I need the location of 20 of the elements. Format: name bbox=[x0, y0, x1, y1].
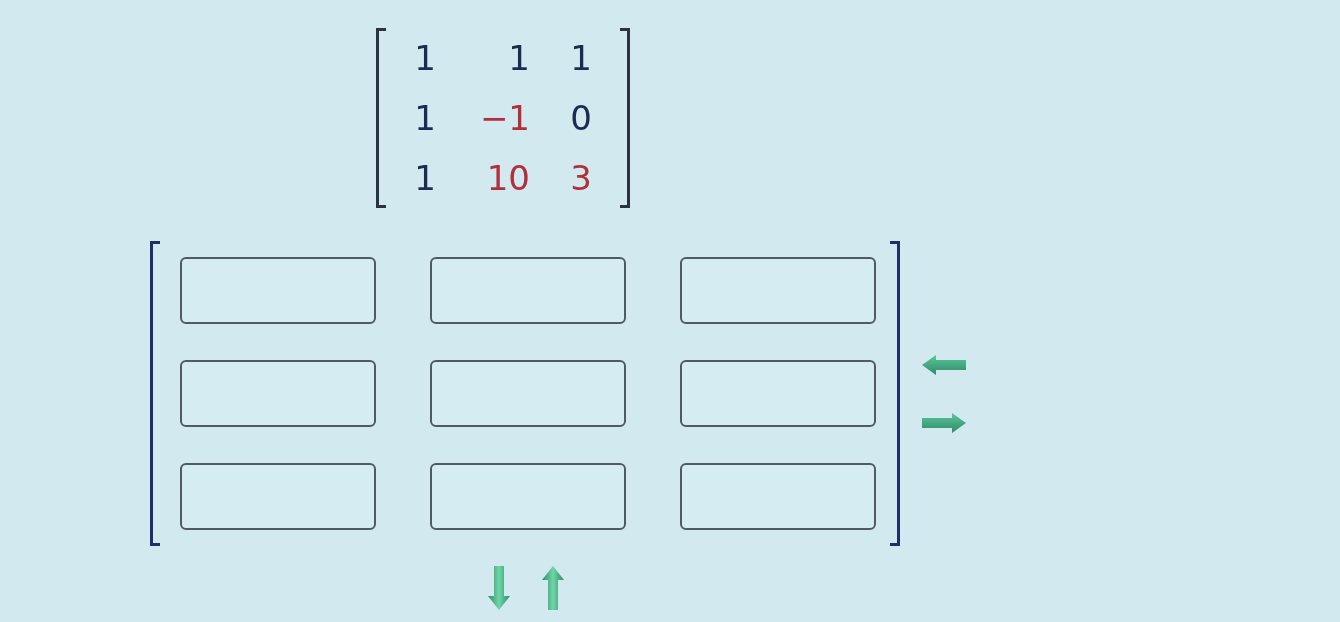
matrix-input-field[interactable] bbox=[430, 360, 626, 427]
matrix-entry: 1 bbox=[570, 38, 592, 78]
matrix-input-field[interactable] bbox=[680, 463, 876, 530]
left-arrow-icon[interactable] bbox=[922, 354, 966, 375]
matrix-input-field[interactable] bbox=[680, 257, 876, 324]
matrix-input-field[interactable] bbox=[680, 360, 876, 427]
matrix-input-field[interactable] bbox=[430, 463, 626, 530]
matrix-entry: 3 bbox=[570, 158, 592, 198]
matrix-input-field[interactable] bbox=[430, 257, 626, 324]
matrix-entry: 0 bbox=[570, 98, 592, 138]
matrix-entry: 1 bbox=[414, 158, 436, 198]
matrix-entry: 10 bbox=[486, 158, 530, 198]
matrix-entry: 1 bbox=[508, 38, 530, 78]
matrix-input-field[interactable] bbox=[180, 360, 376, 427]
matrix-entry: −1 bbox=[479, 98, 530, 138]
matrix-entry: 1 bbox=[414, 98, 436, 138]
matrix-input-field[interactable] bbox=[180, 463, 376, 530]
right-arrow-icon[interactable] bbox=[922, 412, 966, 433]
matrix-entry: 1 bbox=[414, 38, 436, 78]
matrix-input-field[interactable] bbox=[180, 257, 376, 324]
